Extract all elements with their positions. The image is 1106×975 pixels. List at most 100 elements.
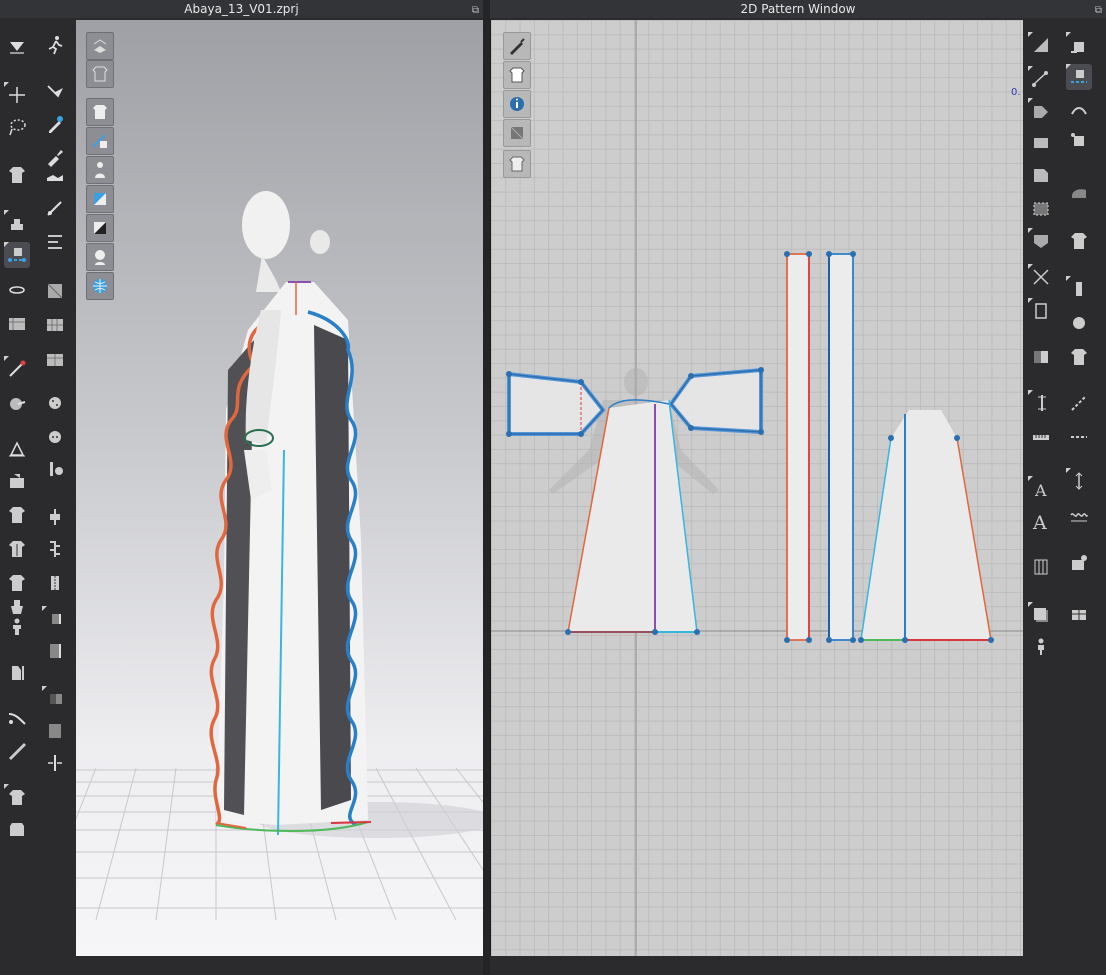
fold-arrange-icon[interactable]: [1028, 298, 1054, 324]
gift-icon[interactable]: [1066, 600, 1092, 626]
pattern-brush-icon[interactable]: [503, 32, 531, 60]
add-pattern-icon[interactable]: [1066, 550, 1092, 576]
show-avatar-icon[interactable]: [86, 32, 114, 60]
show-garment-icon[interactable]: [86, 60, 114, 88]
mesh-view-icon[interactable]: [86, 272, 114, 300]
walk-icon[interactable]: [42, 32, 68, 58]
trace-icon[interactable]: [1028, 264, 1054, 290]
stitch-line-icon[interactable]: [1066, 424, 1092, 450]
pattern-info-icon[interactable]: [503, 90, 531, 118]
pattern-fill-icon[interactable]: [42, 718, 68, 744]
garment-hang-icon[interactable]: [4, 784, 30, 810]
tape-icon[interactable]: [42, 504, 68, 530]
texture-icon[interactable]: [4, 310, 30, 336]
popout-icon[interactable]: ⧉: [1095, 2, 1102, 20]
tape-2d-icon[interactable]: [1028, 424, 1054, 450]
rectangle-icon[interactable]: [1028, 162, 1054, 188]
tack-icon[interactable]: [4, 278, 30, 304]
tape-measure-icon[interactable]: [4, 738, 30, 764]
symmetry-icon[interactable]: [1028, 344, 1054, 370]
sewing-view-icon[interactable]: [86, 127, 114, 155]
window-divider[interactable]: [483, 0, 490, 975]
avatar-measure-icon[interactable]: [4, 660, 30, 686]
gradient-fill-icon[interactable]: [42, 686, 68, 712]
3d-viewport[interactable]: [76, 20, 483, 956]
transform-pattern-icon[interactable]: [1028, 32, 1054, 58]
fold-icon[interactable]: [42, 162, 68, 188]
curve-point-icon[interactable]: [1028, 98, 1054, 124]
free-sew-2d-icon[interactable]: [1066, 96, 1092, 122]
tack-2d-icon[interactable]: [1066, 128, 1092, 154]
stitch-icon[interactable]: [1066, 390, 1092, 416]
avatar-stand-icon[interactable]: [1028, 634, 1054, 660]
polygon-icon[interactable]: [1028, 130, 1054, 156]
pattern-front: [567, 399, 698, 633]
notch-icon[interactable]: [1028, 390, 1054, 416]
pin-icon[interactable]: [4, 356, 30, 382]
strap-icon[interactable]: [4, 502, 30, 528]
avatar-2d-icon[interactable]: [1066, 228, 1092, 254]
piping-icon[interactable]: [42, 606, 68, 632]
seam-allowance-icon[interactable]: [1028, 228, 1054, 254]
measure-icon[interactable]: [42, 312, 68, 338]
free-sewing-icon[interactable]: [42, 228, 68, 254]
pin-2d-icon[interactable]: [1066, 276, 1092, 302]
show-garment-2d-icon[interactable]: [503, 61, 531, 89]
garment-fold-icon[interactable]: [4, 816, 30, 842]
shaded-view-icon[interactable]: [86, 214, 114, 242]
zipper-pull-icon[interactable]: [42, 750, 68, 776]
popout-icon[interactable]: ⧉: [472, 2, 479, 20]
garment-view-icon[interactable]: [86, 98, 114, 126]
edit-pattern-icon[interactable]: [42, 112, 68, 138]
zipper-2d-icon[interactable]: [1066, 344, 1092, 370]
3d-scene[interactable]: [76, 20, 483, 956]
avatar-size-icon[interactable]: [4, 614, 30, 640]
segment-sewing-icon-2[interactable]: [1066, 64, 1092, 90]
lasso-icon[interactable]: [4, 114, 30, 140]
lock-icon[interactable]: [42, 390, 68, 416]
grade-icon[interactable]: [1028, 554, 1054, 580]
avatar-pose-icon[interactable]: [4, 468, 30, 494]
button-icon[interactable]: [4, 390, 30, 416]
text-style-icon[interactable]: A: [1028, 508, 1054, 534]
pattern-stack-icon[interactable]: [1028, 602, 1054, 628]
texture-2d-icon[interactable]: [503, 119, 531, 147]
puckering-icon[interactable]: [42, 536, 68, 562]
ruler-icon[interactable]: [42, 570, 68, 596]
button-2d-icon[interactable]: [1066, 310, 1092, 336]
zip-icon[interactable]: [42, 456, 68, 482]
svg-text:A: A: [1032, 512, 1047, 532]
pattern-back: [860, 410, 992, 641]
zipper-icon[interactable]: [42, 424, 68, 450]
gradient-icon[interactable]: [4, 570, 30, 596]
avatar-view-icon[interactable]: [86, 156, 114, 184]
select-move-icon[interactable]: [4, 34, 30, 60]
move-pin-icon[interactable]: [42, 80, 68, 106]
shirt-fold-icon[interactable]: [42, 638, 68, 664]
fabric-icon[interactable]: [42, 278, 68, 304]
cut-icon[interactable]: [4, 706, 30, 732]
shrink-icon[interactable]: [4, 536, 30, 562]
iron-icon[interactable]: [1066, 180, 1092, 206]
svg-text:A: A: [1034, 481, 1047, 500]
shirt-icon[interactable]: [4, 436, 30, 462]
sewing-icon[interactable]: [42, 196, 68, 222]
lock-pattern-icon[interactable]: [503, 150, 531, 178]
pattern-canvas[interactable]: [491, 20, 1023, 956]
wave-stitch-icon[interactable]: [1066, 504, 1092, 530]
segment-sewing-icon[interactable]: [4, 242, 30, 268]
right-window-titlebar: 2D Pattern Window ⧉: [490, 0, 1106, 18]
transform-icon[interactable]: [4, 82, 30, 108]
sew-2d-icon[interactable]: [1066, 32, 1092, 58]
coordinate-readout: 0.: [1011, 87, 1021, 98]
gradient-2d-icon[interactable]: [1066, 468, 1092, 494]
circle-pin-icon[interactable]: [42, 346, 68, 372]
edit-point-icon[interactable]: [1028, 66, 1054, 92]
steam-icon[interactable]: [4, 210, 30, 236]
2d-pattern-window[interactable]: 0.: [490, 20, 1023, 956]
text-tool-icon[interactable]: A: [1028, 476, 1054, 502]
avatar-garment-icon[interactable]: [4, 162, 30, 188]
texture-view-icon[interactable]: [86, 185, 114, 213]
internal-polygon-icon[interactable]: [1028, 196, 1054, 222]
skin-view-icon[interactable]: [86, 243, 114, 271]
